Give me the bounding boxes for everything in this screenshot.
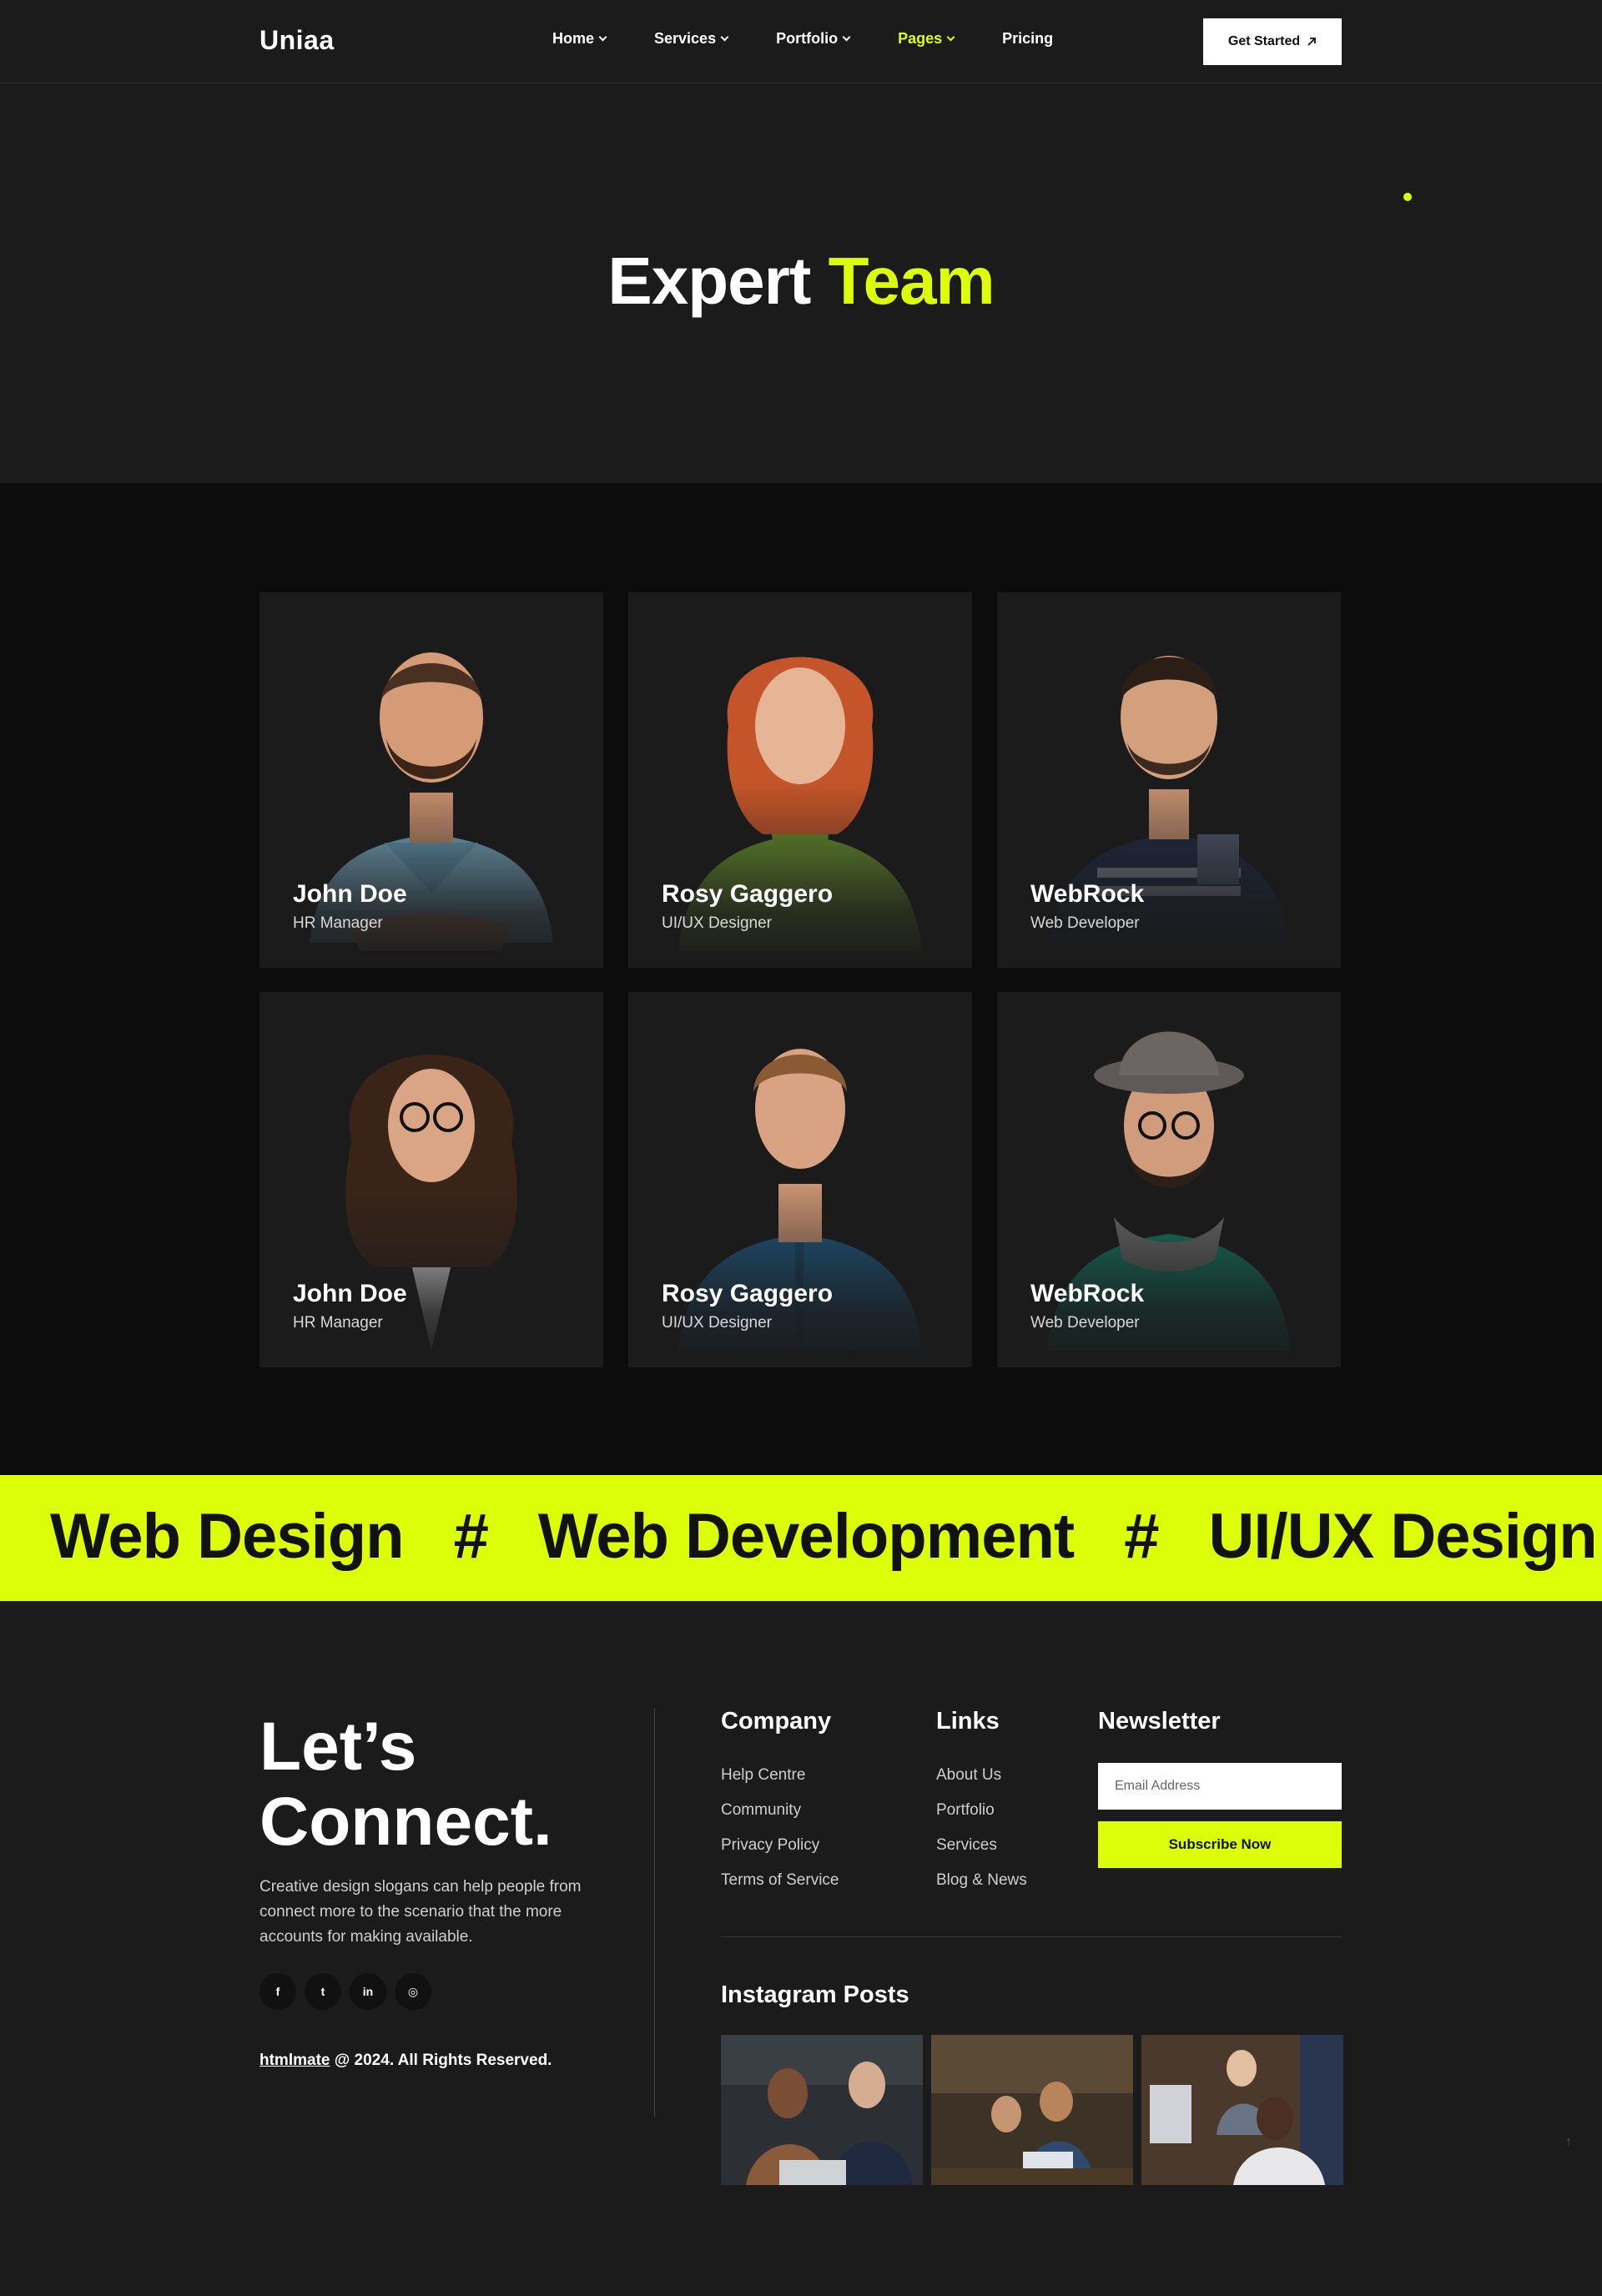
footer-separator <box>721 1936 1342 1937</box>
nav-pricing-label: Pricing <box>1002 30 1054 47</box>
instagram-post[interactable] <box>931 2035 1133 2185</box>
member-name: John Doe <box>293 880 407 908</box>
quick-links: About Us Portfolio Services Blog & News <box>936 1758 1027 1898</box>
marquee-separator: # <box>1124 1501 1159 1572</box>
get-started-button[interactable]: Get Started <box>1203 18 1342 65</box>
get-started-label: Get Started <box>1227 34 1301 48</box>
marquee-item: UI/UX Design <box>1208 1501 1598 1572</box>
team-card[interactable]: John Doe HR Manager <box>259 592 603 968</box>
nav-services-label: Services <box>654 30 717 47</box>
copyright-brand-link[interactable]: htmlmate <box>259 2052 330 2069</box>
company-links: Help Centre Community Privacy Policy Ter… <box>721 1758 839 1898</box>
main-nav: Home Services Portfolio Pages Pricing <box>552 30 1101 48</box>
member-role: Web Developer <box>1030 1314 1140 1332</box>
marquee-separator: # <box>453 1501 489 1572</box>
instagram-icon[interactable]: ◎ <box>395 1973 431 2010</box>
copyright: htmlmate @ 2024. All Rights Reserved. <box>259 2052 552 2070</box>
nav-portfolio-label: Portfolio <box>776 30 839 47</box>
footer-link-services[interactable]: Services <box>936 1828 1027 1863</box>
chevron-down-icon <box>946 33 955 42</box>
team-card[interactable]: WebRock Web Developer <box>997 992 1341 1367</box>
marquee-item: Web Development <box>537 1501 1075 1572</box>
site-header: Uniaa Home Services Portfolio Pages Pric… <box>0 0 1602 83</box>
member-name: Rosy Gaggero <box>662 880 834 908</box>
services-marquee: Web Design # Web Development # UI/UX Design <box>0 1475 1602 1601</box>
member-name: Rosy Gaggero <box>662 1280 834 1307</box>
footer-link-portfolio[interactable]: Portfolio <box>936 1793 1027 1828</box>
chevron-down-icon <box>598 33 607 42</box>
member-name: John Doe <box>293 1280 407 1307</box>
card-gradient <box>259 784 603 968</box>
email-field[interactable]: Email Address <box>1098 1763 1342 1810</box>
team-card[interactable]: Rosy Gaggero UI/UX Designer <box>628 592 972 968</box>
instagram-post-image <box>1141 2035 1343 2185</box>
connect-heading-line1: Let’s <box>259 1709 417 1785</box>
connect-description: Creative design slogans can help people … <box>259 1878 582 1946</box>
member-role: UI/UX Designer <box>662 1314 772 1332</box>
site-footer: Let’s Connect. Creative design slogans c… <box>0 1601 1602 2296</box>
nav-home[interactable]: Home <box>552 30 607 48</box>
decorative-dot <box>1403 193 1412 201</box>
card-gradient <box>628 1184 972 1367</box>
footer-link-about-us[interactable]: About Us <box>936 1758 1027 1793</box>
nav-pages[interactable]: Pages <box>898 30 955 48</box>
instagram-post[interactable] <box>1141 2035 1343 2185</box>
nav-portfolio[interactable]: Portfolio <box>776 30 851 48</box>
footer-link-privacy-policy[interactable]: Privacy Policy <box>721 1828 839 1863</box>
footer-link-terms-of-service[interactable]: Terms of Service <box>721 1863 839 1898</box>
connect-heading-line2: Connect. <box>259 1784 552 1860</box>
nav-pages-label: Pages <box>898 30 943 47</box>
marquee-track: Web Design # Web Development # UI/UX Design <box>50 1500 1602 1573</box>
facebook-icon[interactable]: f <box>259 1973 296 2010</box>
nav-services[interactable]: Services <box>654 30 729 48</box>
instagram-post-image <box>931 2035 1133 2185</box>
instagram-heading: Instagram Posts <box>721 1981 909 2008</box>
hero-section: Expert Team <box>0 84 1602 483</box>
connect-heading: Let’s Connect. <box>259 1709 677 1860</box>
member-role: HR Manager <box>293 914 383 932</box>
member-name: WebRock <box>1030 1280 1145 1307</box>
marquee-item: Web Design <box>50 1501 405 1572</box>
card-gradient <box>259 1184 603 1367</box>
links-heading: Links <box>936 1708 1000 1735</box>
team-card[interactable]: Rosy Gaggero UI/UX Designer <box>628 992 972 1367</box>
member-role: Web Developer <box>1030 914 1140 932</box>
twitter-icon[interactable]: t <box>305 1973 341 2010</box>
member-name: WebRock <box>1030 880 1145 908</box>
team-card[interactable]: WebRock Web Developer <box>997 592 1341 968</box>
member-role: HR Manager <box>293 1314 383 1332</box>
card-gradient <box>997 784 1341 968</box>
title-main: Expert <box>607 244 811 318</box>
scroll-to-top-icon[interactable]: ↑ <box>1565 2135 1572 2150</box>
member-role: UI/UX Designer <box>662 914 772 932</box>
subscribe-button[interactable]: Subscribe Now <box>1098 1821 1342 1868</box>
linkedin-icon[interactable]: in <box>350 1973 386 2010</box>
card-gradient <box>997 1184 1341 1367</box>
team-card[interactable]: John Doe HR Manager <box>259 992 603 1367</box>
nav-home-label: Home <box>552 30 595 47</box>
title-accent: Team <box>828 244 995 318</box>
site-logo[interactable]: Uniaa <box>259 25 335 56</box>
chevron-down-icon <box>720 33 729 42</box>
nav-pricing[interactable]: Pricing <box>1002 30 1053 48</box>
chevron-down-icon <box>842 33 851 42</box>
footer-link-help-centre[interactable]: Help Centre <box>721 1758 839 1793</box>
copyright-text: @ 2024. All Rights Reserved. <box>330 2052 552 2069</box>
page-title: Expert Team <box>0 243 1602 320</box>
team-section: John Doe HR Manager Rosy Gaggero UI/UX D… <box>0 483 1602 1476</box>
social-links: f t in ◎ <box>259 1973 431 2010</box>
footer-link-blog-news[interactable]: Blog & News <box>936 1863 1027 1898</box>
footer-divider <box>654 1708 655 2117</box>
card-gradient <box>628 784 972 968</box>
instagram-post-image <box>721 2035 923 2185</box>
newsletter-heading: Newsletter <box>1098 1708 1221 1735</box>
company-heading: Company <box>721 1708 832 1735</box>
instagram-post[interactable] <box>721 2035 923 2185</box>
arrow-up-right-icon <box>1307 38 1317 46</box>
footer-link-community[interactable]: Community <box>721 1793 839 1828</box>
